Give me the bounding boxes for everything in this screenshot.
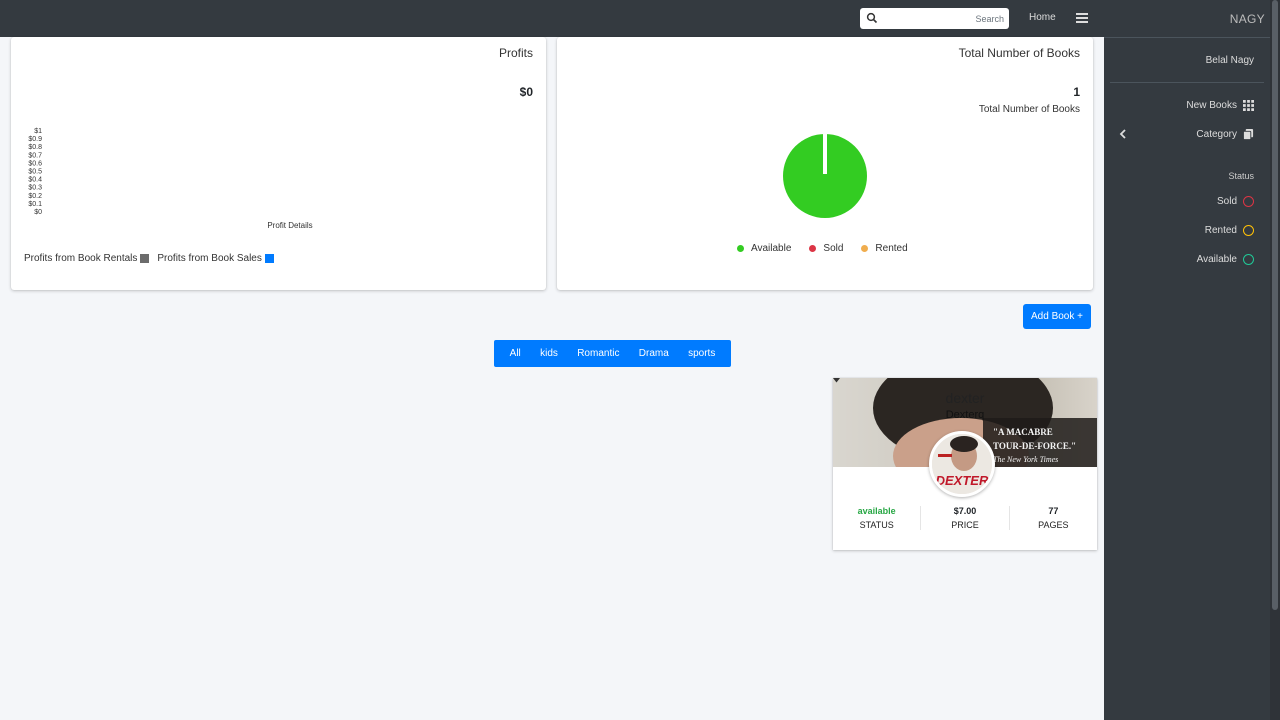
category-filter-tabs: All kids Romantic Drama sports — [494, 340, 731, 367]
circle-outline-icon — [1243, 254, 1254, 265]
price-value: $7.00 — [953, 506, 977, 516]
legend-label: Sold — [823, 243, 844, 254]
legend-item-available[interactable]: Available — [737, 243, 791, 254]
pages-value: 77 — [1048, 506, 1059, 516]
search-box[interactable] — [860, 8, 1009, 29]
book-stats: available STATUS $7.00 PRICE 77 PAGES — [833, 506, 1097, 530]
stat-pages: 77 PAGES — [1008, 506, 1097, 530]
chevron-left-icon[interactable] — [1118, 128, 1128, 140]
sidebar-item-label: Available — [1196, 254, 1237, 265]
sidebar-item-available[interactable]: Available — [1197, 254, 1254, 265]
search-input[interactable] — [882, 10, 1004, 27]
sidebar-item-label: New Books — [1186, 100, 1237, 111]
y-tick-label: $0.9 — [28, 136, 42, 143]
y-tick-label: $0.7 — [28, 152, 42, 159]
legend-dot — [737, 245, 744, 252]
caret-down-icon[interactable] — [833, 378, 840, 383]
profits-chart: $1$0.9$0.8$0.7$0.6 $0.5$0.4$0.3$0.2$0.1$0… — [28, 128, 312, 230]
sidebar-item-label: Category — [1196, 129, 1237, 140]
sidebar-divider — [1104, 37, 1270, 38]
sidebar-item-sold[interactable]: Sold — [1217, 196, 1254, 207]
cover-art-image: DEXTER — [932, 434, 992, 494]
legend-label: Profits from Book Sales — [157, 253, 262, 264]
sidebar: NAGY Belal Nagy New Books Category Statu… — [1104, 0, 1270, 720]
legend-label: Profits from Book Rentals — [24, 253, 138, 264]
legend-label: Available — [751, 243, 792, 254]
circle-outline-icon — [1243, 225, 1254, 236]
books-pie-chart — [783, 134, 867, 218]
book-card[interactable]: "A MACABRE TOUR-DE-FORCE." The New York … — [833, 378, 1097, 550]
pie-legend: Available Sold Rented — [737, 243, 908, 254]
card-title: Total Number of Books — [958, 46, 1080, 60]
legend-swatch — [140, 254, 150, 263]
books-count-card: Total Number of Books 1 Total Number of … — [557, 37, 1093, 290]
tab-all[interactable]: All — [510, 348, 521, 359]
cover-quote: "A MACABRE TOUR-DE-FORCE." The New York … — [993, 427, 1077, 464]
sidebar-item-label: Sold — [1216, 196, 1237, 207]
stat-status: available STATUS — [833, 506, 920, 530]
grid-icon — [1243, 100, 1254, 111]
user-name[interactable]: Belal Nagy — [1206, 55, 1254, 66]
add-book-button[interactable]: Add Book + — [1023, 304, 1091, 329]
legend-dot — [809, 245, 817, 252]
circle-outline-icon — [1243, 196, 1254, 207]
book-title[interactable]: dexter — [833, 390, 1097, 406]
tab-sports[interactable]: sports — [688, 348, 715, 359]
pie-slice-separator — [823, 134, 827, 174]
profits-legend: Profits from Book Rentals Profits from B… — [24, 253, 282, 264]
y-tick-label: $0.6 — [28, 160, 42, 167]
book-author: Dexterq — [945, 409, 985, 421]
profits-card: Profits $0 $1 $0.9 $0.8 $0.7 $0.6 $0.5 $0.4 $0.… — [11, 37, 546, 290]
menu-toggle-icon[interactable] — [1076, 13, 1088, 24]
legend-label: Rented — [875, 243, 908, 254]
y-tick-label: $0 — [34, 209, 42, 216]
sidebar-item-rented[interactable]: Rented — [1205, 225, 1254, 236]
sidebar-divider — [1110, 82, 1264, 83]
y-tick-label: $0.8 — [28, 144, 42, 151]
sidebar-item-label: Rented — [1204, 225, 1237, 236]
tab-romantic[interactable]: Romantic — [577, 348, 619, 359]
legend-item-rented[interactable]: Rented — [861, 243, 908, 254]
stat-label: PAGES — [1038, 520, 1069, 530]
y-tick-label: $0.3 — [28, 185, 42, 192]
search-icon[interactable] — [866, 12, 878, 24]
y-tick-label: $0.1 — [28, 201, 42, 208]
brand-name[interactable]: NAGY — [1230, 12, 1265, 26]
stat-label: STATUS — [859, 520, 894, 530]
tab-kids[interactable]: kids — [540, 348, 558, 359]
legend-item-sold[interactable]: Sold — [809, 243, 843, 254]
nav-home-link[interactable]: Home — [1029, 12, 1056, 23]
sidebar-item-category[interactable]: Category — [1196, 129, 1254, 140]
books-count-value: 1 — [1073, 85, 1080, 99]
scrollbar-thumb[interactable] — [1272, 0, 1278, 610]
y-tick-label: $1 — [34, 128, 42, 135]
card-subtitle: Total Number of Books — [978, 104, 1080, 115]
top-navbar: Home — [0, 0, 1104, 37]
sidebar-item-new-books[interactable]: New Books — [1186, 100, 1254, 111]
copy-icon — [1243, 129, 1254, 140]
legend-swatch — [264, 254, 274, 263]
status-header: Status — [1228, 171, 1254, 181]
page-scrollbar[interactable] — [1270, 0, 1280, 720]
stat-price: $7.00 PRICE — [920, 506, 1008, 530]
chart-x-label: Profit Details — [267, 221, 312, 230]
book-cover-thumbnail[interactable]: DEXTER — [929, 431, 995, 497]
status-value: available — [857, 506, 896, 516]
stat-label: PRICE — [951, 520, 979, 530]
y-tick-label: $0.2 — [28, 193, 42, 200]
svg-text:DEXTER: DEXTER — [936, 473, 989, 488]
tab-drama[interactable]: Drama — [639, 348, 669, 359]
y-tick-label: $0.4 — [28, 177, 42, 184]
y-tick-label: $0.5 — [28, 169, 42, 176]
legend-dot — [861, 245, 869, 252]
